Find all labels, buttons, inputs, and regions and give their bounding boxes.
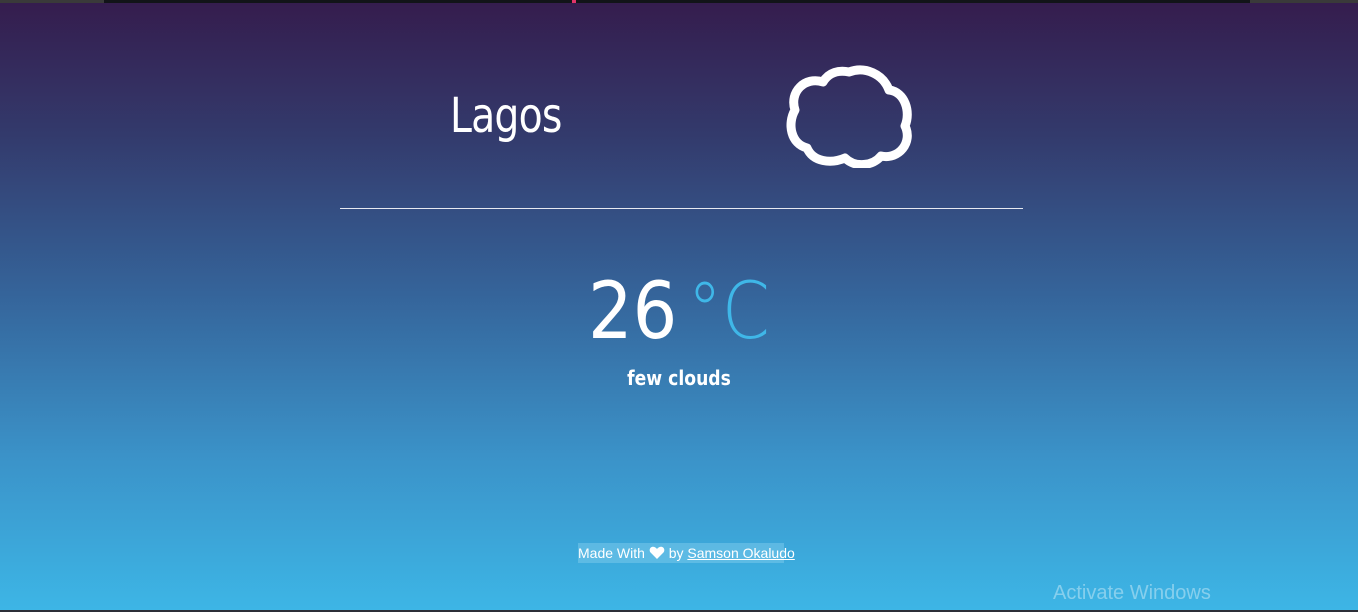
made-with-label: Made With bbox=[578, 545, 645, 561]
temperature-display: 26 °C bbox=[0, 268, 1358, 356]
browser-top-strip bbox=[0, 0, 1358, 3]
author-link[interactable]: Samson Okaludo bbox=[687, 545, 794, 561]
cloud-icon bbox=[785, 62, 913, 169]
city-name: Lagos bbox=[450, 88, 562, 144]
weather-header: Lagos bbox=[340, 62, 1023, 172]
weather-description: few clouds bbox=[627, 366, 731, 390]
by-label: by bbox=[668, 545, 684, 561]
temperature-value: 26 bbox=[587, 267, 677, 357]
activate-windows-watermark: Activate Windows bbox=[1053, 582, 1211, 604]
top-strip-left bbox=[0, 0, 104, 3]
top-strip-mark bbox=[572, 0, 576, 3]
temperature-unit: °C bbox=[687, 267, 770, 357]
heart-icon bbox=[649, 545, 665, 559]
header-divider bbox=[340, 208, 1023, 209]
footer-credit: Made With by Samson Okaludo bbox=[578, 543, 795, 563]
top-strip-right bbox=[1250, 0, 1358, 3]
